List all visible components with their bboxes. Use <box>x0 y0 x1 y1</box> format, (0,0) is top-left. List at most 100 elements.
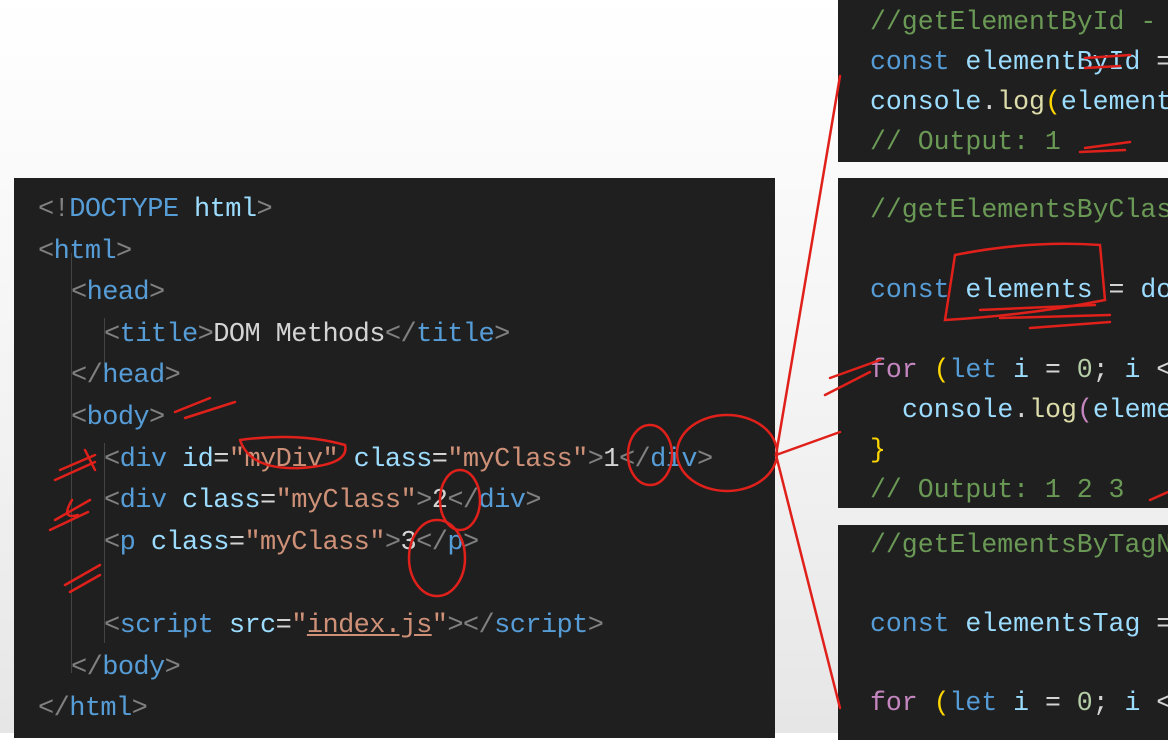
code-token: . <box>1013 395 1030 425</box>
code-token: > <box>462 527 479 558</box>
code-token: > <box>131 694 148 725</box>
html-code-panel: <!DOCTYPE html> <html> <head> <title>DOM Me… <box>14 178 775 738</box>
code-token: </ <box>71 361 103 392</box>
code-token: elements <box>949 275 1093 305</box>
code-token: ( <box>1076 395 1093 425</box>
code-line: <body> <box>71 403 165 433</box>
code-token: "myDiv" <box>228 444 339 475</box>
code-token: do <box>1140 275 1168 305</box>
arrow-to-by-id <box>774 74 842 457</box>
code-token: <! <box>38 195 70 225</box>
code-token: > <box>416 486 432 517</box>
code-line: </body> <box>71 652 181 683</box>
code-token: src <box>213 611 276 641</box>
code-token: i <box>1124 688 1141 718</box>
code-token: < <box>38 236 54 267</box>
code-line: for (let i = 0; i < <box>870 355 1168 385</box>
code-token: const <box>870 275 950 305</box>
code-token: for <box>870 355 918 385</box>
code-token: > <box>197 319 214 350</box>
code-token: = <box>228 527 245 558</box>
code-token: p <box>119 527 136 558</box>
code-token: < <box>104 444 120 475</box>
code-token: = <box>213 444 229 475</box>
code-token: html <box>53 236 117 267</box>
code-token: div <box>478 486 526 517</box>
code-token: 3 <box>400 527 417 558</box>
code-token: html <box>69 694 132 725</box>
code-token: "myClass" <box>447 444 588 475</box>
code-token: div <box>650 444 697 475</box>
code-line: //getElementById - <box>870 7 1168 37</box>
code-token: head <box>102 361 165 392</box>
code-line: </head> <box>71 361 181 392</box>
code-token: //getElementsByClas <box>870 195 1168 225</box>
code-token: > <box>384 527 401 558</box>
code-line: //getElementsByTagN <box>870 530 1168 560</box>
code-token: ( <box>933 355 950 385</box>
code-token: } <box>870 435 886 465</box>
code-token: class <box>338 444 433 475</box>
code-token: 0 <box>1076 688 1093 718</box>
code-token: < <box>71 278 87 309</box>
code-token: > <box>494 319 510 350</box>
code-token: let <box>949 355 998 385</box>
code-token: < <box>104 319 120 350</box>
code-token: = <box>1029 355 1077 385</box>
code-token: > <box>587 444 604 475</box>
code-line: // Output: 1 2 3 <box>870 475 1124 505</box>
code-line: <div id="myDiv" class="myClass">1</div> <box>104 445 713 475</box>
code-token: element <box>1060 87 1168 117</box>
code-token: DOCTYPE <box>69 195 179 225</box>
code-token: > <box>587 611 604 641</box>
code-line: console.log(eleme <box>902 395 1168 425</box>
code-line: // Output: 1 <box>870 127 1061 157</box>
code-token: = <box>431 444 448 475</box>
code-token: = <box>1156 47 1168 77</box>
code-line: </html> <box>38 694 148 725</box>
code-token: console <box>902 395 1014 425</box>
code-token: head <box>86 278 150 309</box>
code-token: . <box>981 87 998 117</box>
code-token: > <box>149 278 165 309</box>
code-token: const <box>870 609 950 639</box>
code-token: " <box>291 611 307 641</box>
code-line: //getElementsByClas <box>870 195 1168 225</box>
code-token: = <box>1029 688 1077 718</box>
code-token: i <box>997 355 1030 385</box>
code-token: body <box>102 652 165 683</box>
getElementById-snippet: //getElementById - const elementById = co… <box>838 0 1168 162</box>
code-token: //getElementsByTagN <box>870 530 1168 560</box>
code-token: = <box>1092 275 1141 305</box>
code-token: console <box>870 87 982 117</box>
getElementsByClassName-snippet: //getElementsByClas const elements = do fo… <box>838 178 1168 508</box>
code-token: for <box>870 688 918 718</box>
code-token: "myClass" <box>244 527 385 558</box>
code-token: = <box>275 611 292 641</box>
code-token: < <box>71 403 87 433</box>
code-token: DOM Methods <box>213 319 385 350</box>
code-token: eleme <box>1092 395 1168 425</box>
code-line: <script src="index.js"></script> <box>104 611 604 641</box>
code-token: > <box>164 361 181 392</box>
code-token: div <box>119 486 167 517</box>
code-token: log <box>1029 395 1077 425</box>
code-token: body <box>86 403 150 433</box>
code-token: title <box>416 319 495 350</box>
code-token: 1 <box>603 444 619 475</box>
code-line: <div class="myClass">2</div> <box>104 486 542 517</box>
code-token: 2 <box>431 486 448 517</box>
code-token: </ <box>447 486 479 517</box>
code-line: } <box>870 435 886 465</box>
code-line: console.log(element <box>870 87 1168 117</box>
code-line: for (let i = 0; i < <box>870 688 1168 718</box>
code-token: class <box>166 486 261 517</box>
code-token: class <box>135 527 230 558</box>
code-token: log <box>997 87 1045 117</box>
code-token: ( <box>1044 87 1061 117</box>
code-token: ></ <box>447 611 495 641</box>
code-token: < <box>104 527 120 558</box>
code-line: <title>DOM Methods</title> <box>104 320 510 350</box>
code-line: <p class="myClass">3</p> <box>104 528 479 558</box>
